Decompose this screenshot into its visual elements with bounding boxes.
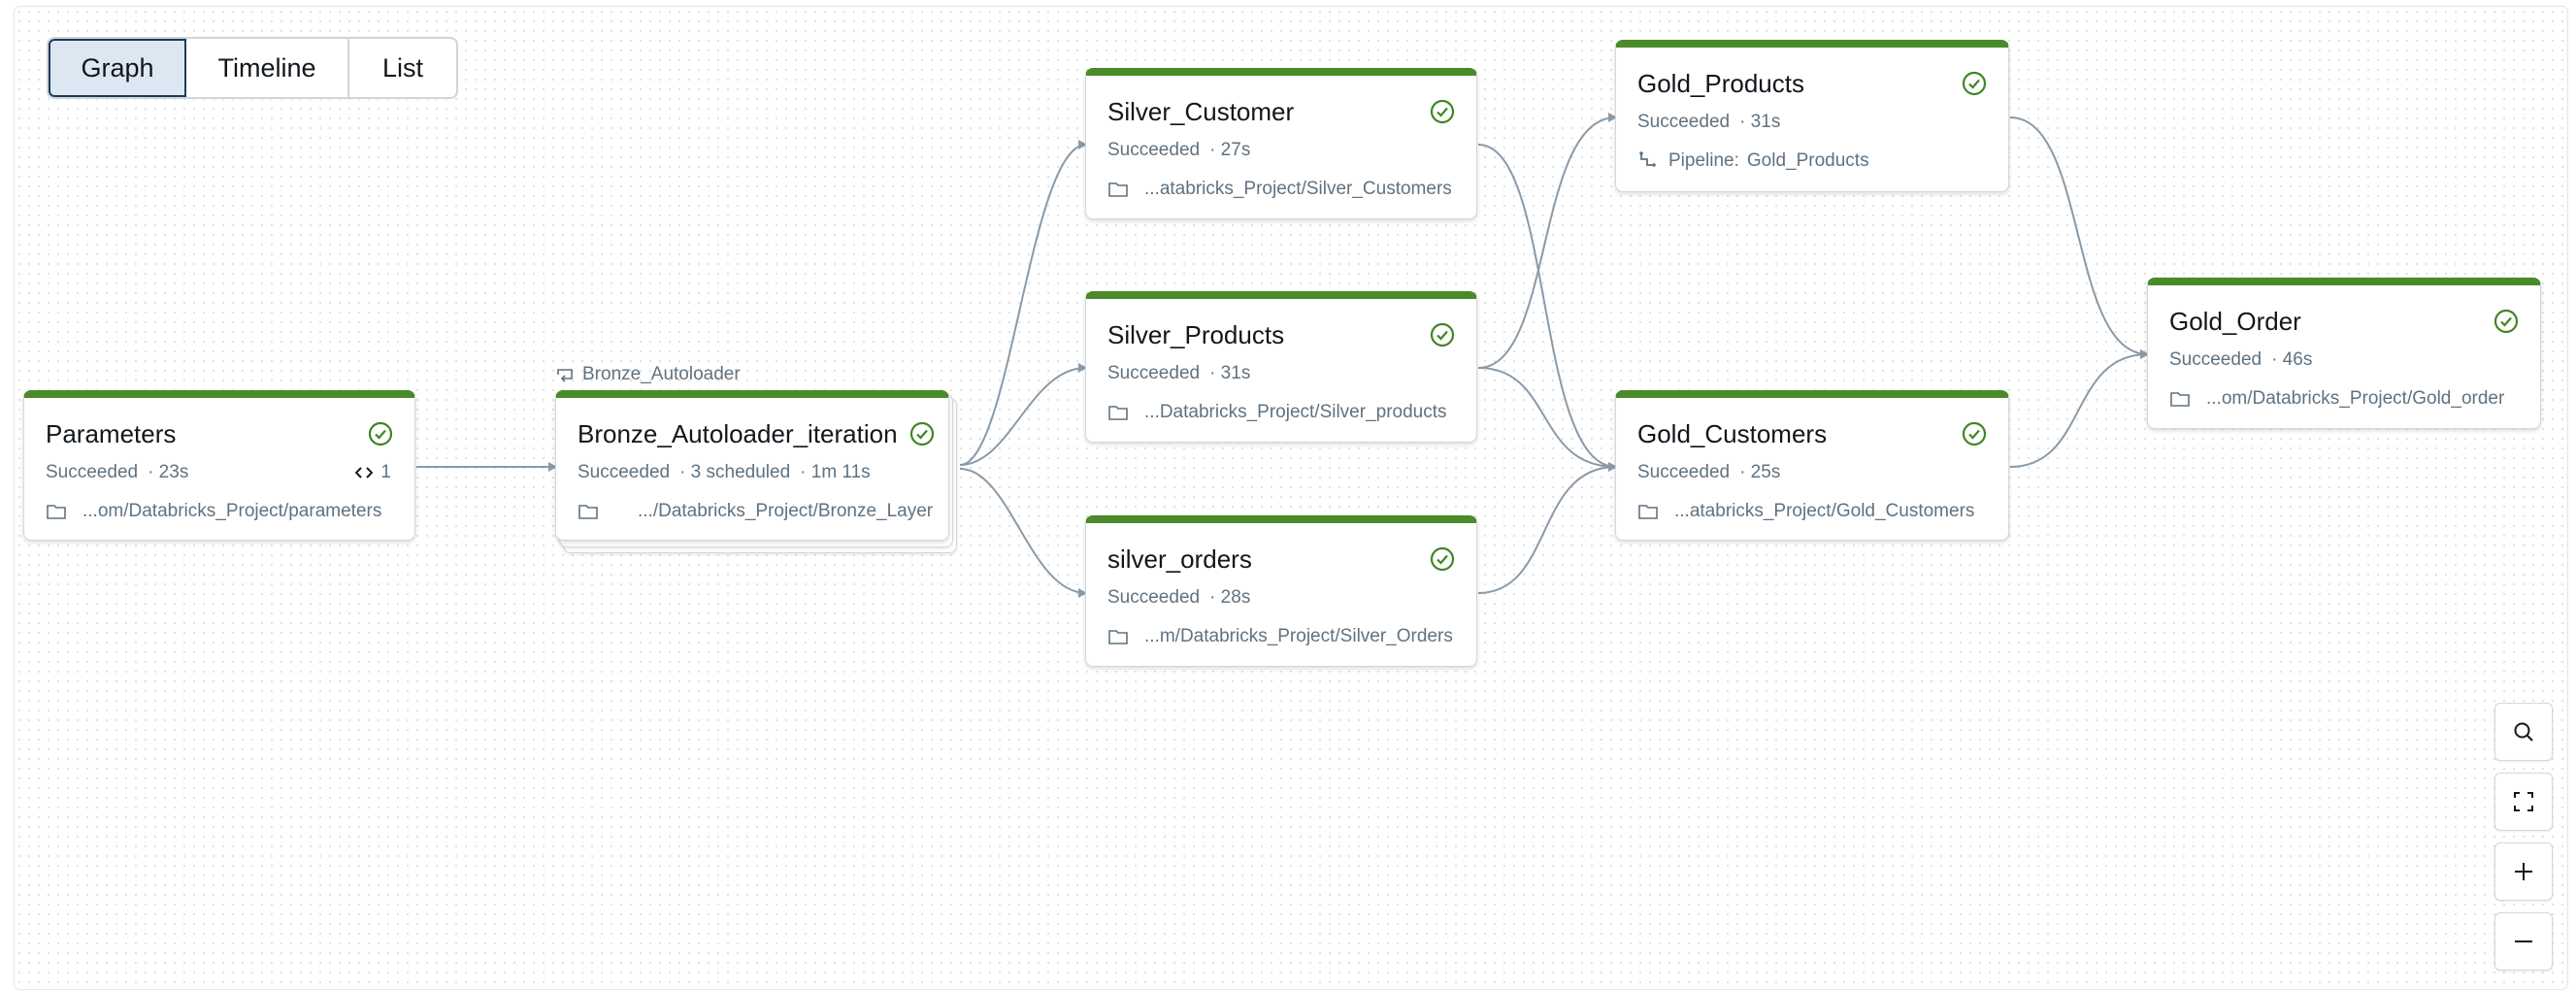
folder-icon [47,505,66,519]
edge-silver-customer-gold-customers [1477,144,1617,472]
task-path: ...om/Databricks_Project/Gold_order [2169,388,2504,410]
task-path: ...m/Databricks_Project/Silver_Orders [1107,626,1453,647]
search-icon [2514,722,2533,742]
succeeded-check-icon [2493,309,2519,334]
task-title: Parameters [46,419,177,448]
task-status: Succeeded · 25s [1637,462,1781,482]
edge-silver-products-gold-customers [1477,367,1617,472]
task-node-parameters[interactable]: Parameters Succeeded · 23s 1 ...om/Databr… [23,390,415,541]
task-path: ...atabricks_Project/Gold_Customers [1637,501,1974,522]
task-path: ...Databricks_Project/Silver_products [1107,402,1447,423]
edge-gold-products-gold-order [2009,116,2149,359]
task-node-silver-orders[interactable]: silver_orders Succeeded · 28s ...m/Databr… [1085,515,1477,667]
succeeded-check-icon [368,421,393,446]
tab-list[interactable]: List [349,39,456,97]
folder-icon [1638,505,1658,519]
code-icon [355,467,374,478]
task-title: silver_orders [1107,544,1252,574]
folder-icon [2170,392,2190,407]
loop-icon [557,369,573,382]
task-node-silver-customer[interactable]: Silver_Customer Succeeded · 27s ...atabri… [1085,68,1477,219]
fit-view-icon [2514,792,2533,811]
task-title: Silver_Customer [1107,97,1295,126]
task-title: Silver_Products [1107,320,1285,349]
folder-icon [1108,406,1128,420]
task-node-gold-order[interactable]: Gold_Order Succeeded · 46s ...om/Databric… [2147,278,2541,429]
succeeded-check-icon [1430,546,1455,572]
task-node-gold-customers[interactable]: Gold_Customers Succeeded · 25s ...atabric… [1615,390,2009,541]
task-counter: 1 [355,462,391,483]
edge-silver-orders-gold-customers [1477,462,1617,594]
task-status: Succeeded · 31s [1107,363,1251,383]
task-status: Succeeded · 28s [1107,587,1251,608]
succeeded-check-icon [1430,99,1455,124]
search-button[interactable] [2494,703,2553,761]
task-title: Gold_Customers [1637,419,1828,448]
succeeded-check-icon [1430,322,1455,347]
task-pipeline: Pipeline: Gold_Products [1637,150,1869,172]
task-status: Succeeded · 3 scheduled · 1m 11s [578,462,871,482]
task-status: Succeeded · 31s [1637,112,1781,132]
task-path: ...atabricks_Project/Silver_Customers [1107,179,1452,200]
succeeded-check-icon [1962,71,1987,96]
task-title: Bronze_Autoloader_iteration [578,419,898,448]
task-path: .../Databricks_Project/Bronze_Layer [578,501,933,522]
pipeline-icon [1639,151,1656,167]
task-node-bronze-autoloader-iteration[interactable]: Bronze_Autoloader_iteration Succeeded · 3… [555,390,949,541]
view-switch: Graph Timeline List [47,37,458,99]
succeeded-check-icon [909,421,935,446]
tab-graph[interactable]: Graph [49,39,186,97]
zoom-out-button[interactable] [2494,912,2553,971]
edge-gold-customers-gold-order [2009,349,2149,468]
task-path: ...om/Databricks_Project/parameters [46,501,381,522]
folder-icon [578,505,598,519]
parent-task-label: Bronze_Autoloader [555,364,741,385]
task-status: Succeeded · 46s [2169,349,2313,370]
folder-icon [1108,630,1128,644]
task-title: Gold_Products [1637,69,1804,98]
task-status: Succeeded · 23s [46,462,189,482]
task-status: Succeeded · 27s [1107,140,1251,160]
zoom-out-icon [2515,940,2532,942]
folder-icon [1108,182,1128,197]
zoom-in-icon [2515,863,2532,880]
edge-bronze-silver-customer [959,140,1087,466]
succeeded-check-icon [1962,421,1987,446]
tab-timeline[interactable]: Timeline [186,39,349,97]
zoom-in-button[interactable] [2494,842,2553,901]
task-title: Gold_Order [2169,307,2301,336]
edge-bronze-silver-orders [959,468,1087,598]
task-node-gold-products[interactable]: Gold_Products Succeeded · 31s Pipeline: G… [1615,40,2009,192]
task-node-silver-products[interactable]: Silver_Products Succeeded · 31s ...Databr… [1085,291,1477,443]
fit-view-button[interactable] [2494,773,2553,831]
